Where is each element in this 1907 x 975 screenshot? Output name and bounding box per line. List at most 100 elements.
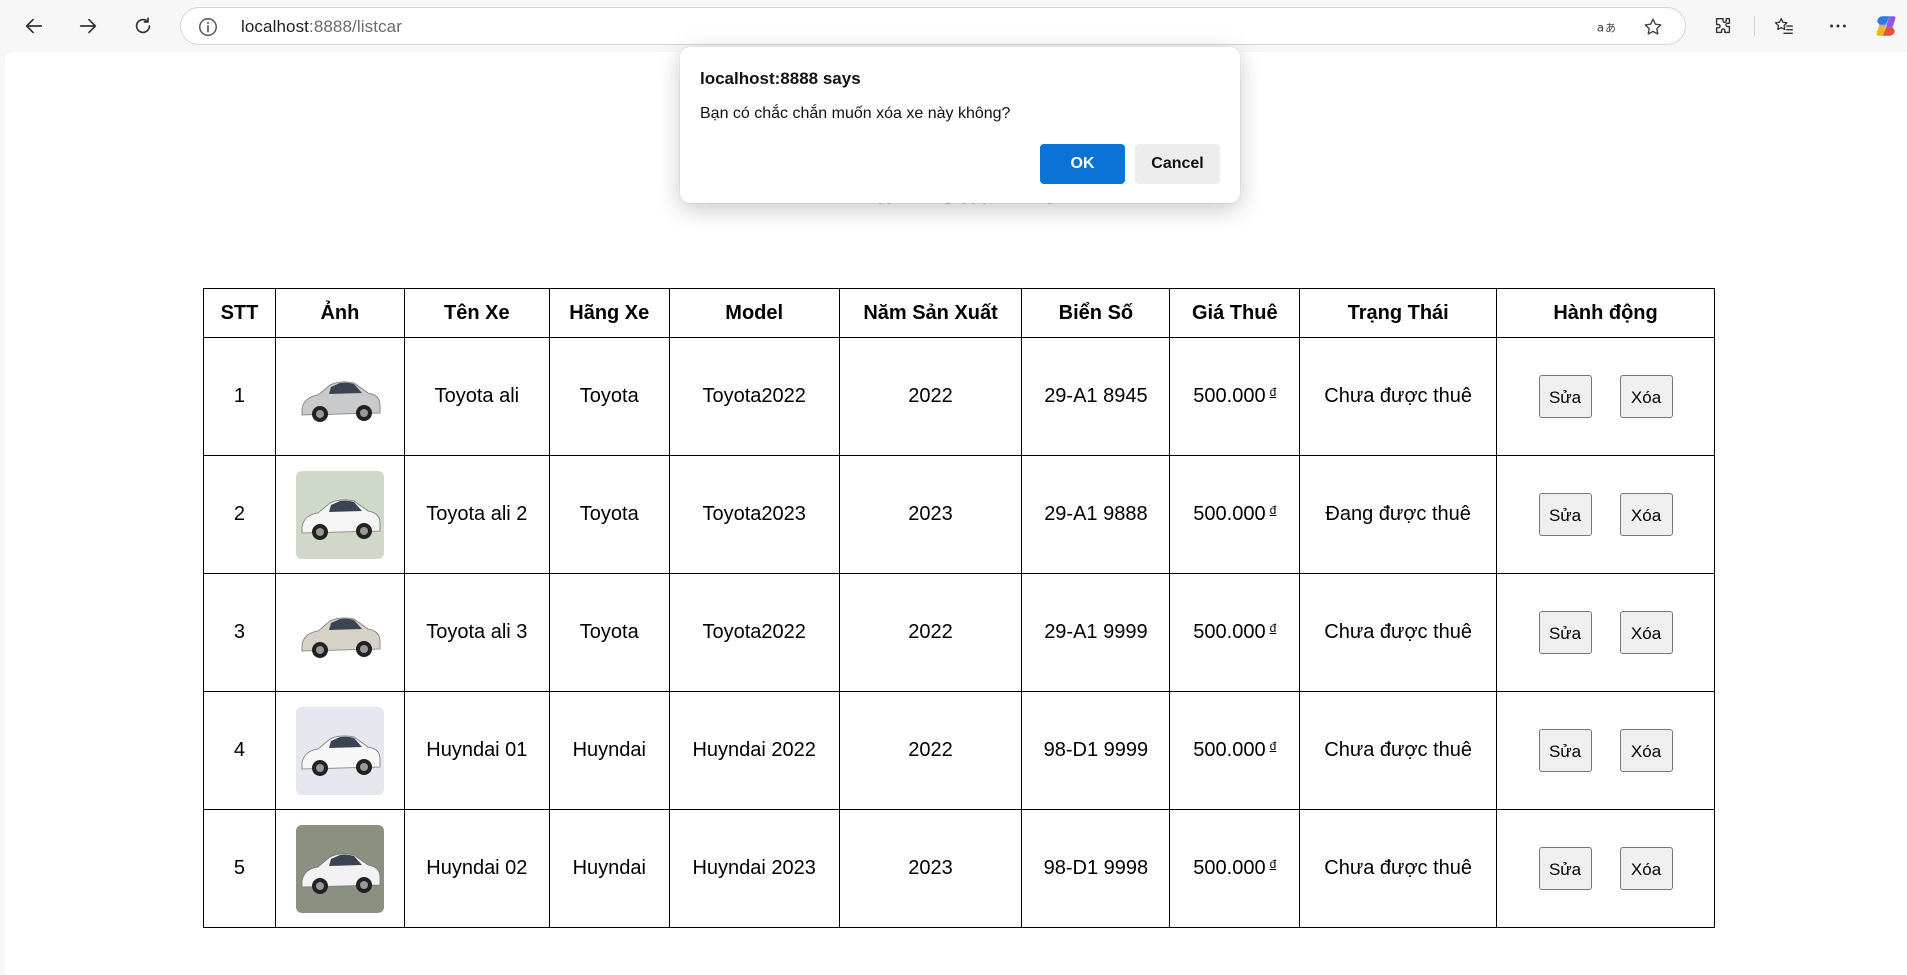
cell-status: Chưa được thuê	[1299, 573, 1498, 692]
car-thumbnail	[295, 706, 384, 795]
arrow-right-icon	[79, 18, 97, 34]
table-header-row: STT Ảnh Tên Xe Hãng Xe Model Năm Sản Xuấ…	[203, 288, 1715, 338]
col-header-name: Tên Xe	[403, 288, 550, 338]
toolbar-separator	[1754, 16, 1755, 36]
arrow-left-icon	[25, 18, 43, 34]
price-value: 500.000	[1193, 857, 1266, 879]
currency-symbol: đ	[1269, 739, 1277, 753]
delete-button[interactable]: Xóa	[1619, 493, 1673, 536]
col-header-stt: STT	[203, 288, 276, 338]
price-value: 500.000	[1193, 621, 1266, 643]
cell-actions: Sửa Xóa	[1496, 337, 1715, 456]
favorite-star-icon[interactable]	[1642, 16, 1664, 38]
cell-image	[274, 455, 405, 574]
delete-button[interactable]: Xóa	[1619, 375, 1673, 418]
cell-stt: 2	[203, 455, 276, 574]
info-icon[interactable]	[197, 16, 219, 38]
cell-actions: Sửa Xóa	[1496, 573, 1715, 692]
cell-price: 500.000 đ	[1169, 809, 1301, 928]
cell-name: Toyota ali 3	[403, 573, 550, 692]
cell-image	[274, 691, 405, 810]
cell-plate: 98-D1 9998	[1021, 809, 1171, 928]
car-thumbnail	[295, 824, 384, 913]
edit-button[interactable]: Sửa	[1538, 611, 1592, 654]
col-header-brand: Hãng Xe	[548, 288, 670, 338]
edit-button[interactable]: Sửa	[1538, 493, 1592, 536]
col-header-price: Giá Thuê	[1169, 288, 1301, 338]
cell-plate: 29-A1 8945	[1021, 337, 1171, 456]
url-host: localhost	[241, 17, 309, 36]
reload-button[interactable]	[125, 8, 161, 44]
delete-button[interactable]: Xóa	[1619, 847, 1673, 890]
cell-year: 2022	[838, 573, 1023, 692]
cell-status: Chưa được thuê	[1299, 691, 1498, 810]
cell-stt: 5	[203, 809, 276, 928]
cell-image	[274, 337, 405, 456]
cell-price: 500.000 đ	[1169, 455, 1301, 574]
cancel-button[interactable]: Cancel	[1135, 144, 1220, 184]
delete-button[interactable]: Xóa	[1619, 611, 1673, 654]
col-header-image: Ảnh	[274, 288, 405, 338]
currency-symbol: đ	[1269, 621, 1277, 635]
col-header-status: Trạng Thái	[1299, 288, 1498, 338]
favorites-list-icon	[1774, 18, 1793, 35]
col-header-year: Năm Sản Xuất	[838, 288, 1023, 338]
cell-status: Chưa được thuê	[1299, 337, 1498, 456]
cell-model: Huyndai 2022	[668, 691, 840, 810]
edit-button[interactable]: Sửa	[1538, 375, 1592, 418]
cell-plate: 29-A1 9999	[1021, 573, 1171, 692]
currency-symbol: đ	[1269, 385, 1277, 399]
car-thumbnail	[295, 470, 384, 559]
cell-name: Huyndai 01	[403, 691, 550, 810]
more-menu-button[interactable]	[1820, 8, 1856, 44]
car-thumbnail	[295, 588, 384, 677]
url-text[interactable]: localhost:8888/listcar	[241, 17, 402, 37]
cell-actions: Sửa Xóa	[1496, 455, 1715, 574]
currency-symbol: đ	[1269, 503, 1277, 517]
cell-brand: Toyota	[548, 455, 670, 574]
cell-plate: 98-D1 9999	[1021, 691, 1171, 810]
table-row: 5 Huyndai 02 Huyndai Huyndai 2023 2023 98-D1 …	[203, 809, 1715, 928]
delete-button[interactable]: Xóa	[1619, 729, 1673, 772]
cell-stt: 4	[203, 691, 276, 810]
price-value: 500.000	[1193, 385, 1266, 407]
cell-stt: 1	[203, 337, 276, 456]
copilot-icon	[1876, 16, 1896, 36]
cell-price: 500.000 đ	[1169, 337, 1301, 456]
car-table: STT Ảnh Tên Xe Hãng Xe Model Năm Sản Xuấ…	[203, 288, 1715, 928]
cell-price: 500.000 đ	[1169, 573, 1301, 692]
car-thumbnail	[295, 352, 384, 441]
cell-price: 500.000 đ	[1169, 691, 1301, 810]
cell-name: Toyota ali	[403, 337, 550, 456]
cell-brand: Toyota	[548, 337, 670, 456]
dialog-title: localhost:8888 says	[700, 69, 861, 88]
table-row: 4 Huyndai 01 Huyndai Huyndai 2022 2022 98-D1 …	[203, 691, 1715, 810]
col-header-actions: Hành động	[1496, 288, 1715, 338]
forward-button[interactable]	[70, 8, 106, 44]
table-row: 3 Toyota ali 3 Toyota Toyota2022 2022 29-A1 9…	[203, 573, 1715, 692]
cell-plate: 29-A1 9888	[1021, 455, 1171, 574]
cell-model: Toyota2022	[668, 337, 840, 456]
cell-year: 2022	[838, 337, 1023, 456]
edit-button[interactable]: Sửa	[1538, 729, 1592, 772]
back-button[interactable]	[16, 8, 52, 44]
cell-brand: Toyota	[548, 573, 670, 692]
svg-text:a: a	[1597, 21, 1604, 35]
read-aloud-icon[interactable]: aあ	[1596, 16, 1618, 38]
cell-name: Toyota ali 2	[403, 455, 550, 574]
table-row: 1 Toyota ali Toyota Toyota2022 2022 29-A1 894…	[203, 337, 1715, 456]
extensions-button[interactable]	[1705, 8, 1741, 44]
cell-image	[274, 809, 405, 928]
ok-button[interactable]: OK	[1040, 144, 1125, 184]
col-header-model: Model	[668, 288, 840, 338]
address-bar[interactable]: localhost:8888/listcar aあ	[180, 7, 1686, 45]
cell-actions: Sửa Xóa	[1496, 691, 1715, 810]
copilot-button[interactable]	[1868, 8, 1904, 44]
edit-button[interactable]: Sửa	[1538, 847, 1592, 890]
cell-actions: Sửa Xóa	[1496, 809, 1715, 928]
reload-icon	[135, 17, 151, 34]
cell-year: 2023	[838, 455, 1023, 574]
cell-status: Chưa được thuê	[1299, 809, 1498, 928]
dialog-message: Bạn có chắc chắn muốn xóa xe này không?	[700, 105, 1011, 122]
favorites-button[interactable]	[1766, 8, 1802, 44]
